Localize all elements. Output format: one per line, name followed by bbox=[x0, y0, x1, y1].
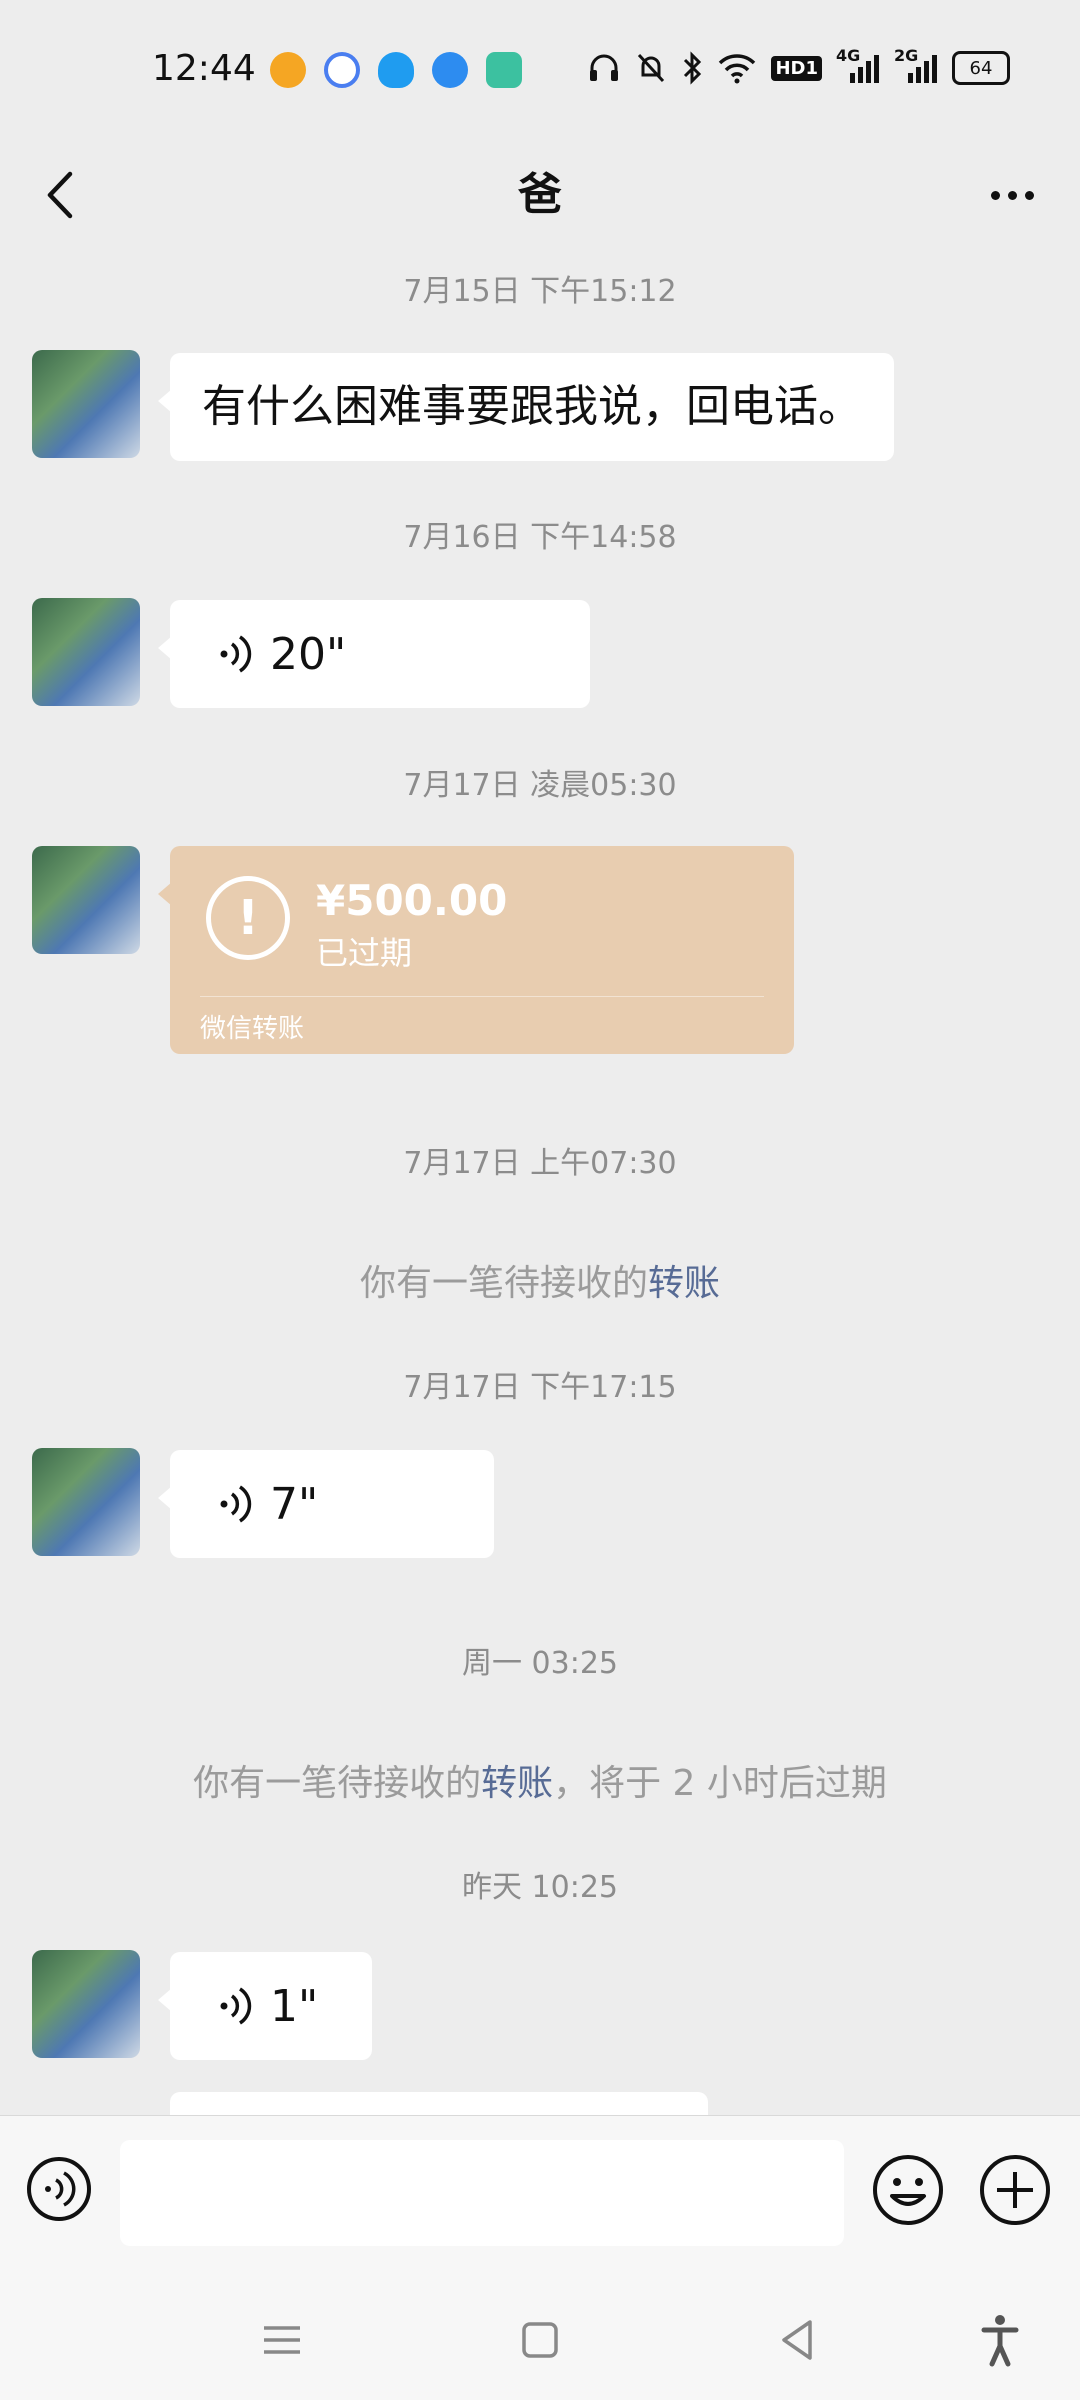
chat-title: 爸 bbox=[518, 169, 562, 220]
weibo-icon bbox=[270, 52, 306, 88]
avatar[interactable] bbox=[32, 846, 140, 954]
nav-home-button[interactable] bbox=[510, 2310, 570, 2370]
transfer-status: 已过期 bbox=[316, 934, 413, 972]
voice-message[interactable]: 1" bbox=[158, 1952, 372, 2060]
status-time: 12:44 bbox=[152, 48, 256, 89]
system-nav-bar bbox=[0, 2270, 1080, 2400]
headphones-icon bbox=[587, 50, 621, 86]
voice-wave-icon bbox=[220, 635, 252, 673]
network-2g-label: 2G bbox=[894, 46, 919, 65]
avatar[interactable] bbox=[32, 1448, 140, 1556]
more-dot-icon bbox=[1024, 190, 1034, 200]
bluetooth-icon bbox=[681, 50, 703, 86]
transfer-link[interactable]: 转账 bbox=[481, 1763, 553, 1804]
voice-duration: 1" bbox=[270, 1980, 319, 2032]
system-notice: 你有一笔待接收的转账，将于 2 小时后过期 bbox=[0, 1754, 1080, 1806]
transfer-label: 微信转账 bbox=[200, 1014, 305, 1044]
status-bar: 12:44 HD1 4G 2G 64 bbox=[0, 0, 1080, 140]
nav-back-button[interactable] bbox=[768, 2310, 828, 2370]
input-bar bbox=[0, 2115, 1080, 2271]
system-notice-text: 你有一笔待接收的 bbox=[359, 1263, 648, 1304]
voice-wave-icon bbox=[220, 1987, 252, 2025]
text-message[interactable]: 有什么困难事要跟我说，回电话。 bbox=[158, 353, 894, 461]
back-triangle-icon bbox=[782, 2320, 812, 2360]
message-list[interactable]: 7月15日 下午15:12 有什么困难事要跟我说，回电话。 7月16日 下午14… bbox=[0, 250, 1080, 2115]
menu-icon bbox=[264, 2326, 300, 2354]
nav-menu-button[interactable] bbox=[252, 2310, 312, 2370]
voice-mode-icon bbox=[27, 2157, 91, 2221]
voice-duration: 7" bbox=[270, 1478, 319, 1530]
voice-duration: 20" bbox=[270, 628, 347, 680]
plus-icon bbox=[980, 2155, 1050, 2225]
status-app-icons bbox=[270, 52, 522, 88]
partial-message[interactable] bbox=[170, 2092, 708, 2115]
timestamp: 周一 03:25 bbox=[462, 1646, 618, 1681]
voice-input-toggle[interactable] bbox=[24, 2154, 94, 2224]
wifi-icon bbox=[717, 50, 757, 86]
signal-4g-icon: 4G bbox=[836, 46, 880, 86]
avatar[interactable] bbox=[32, 350, 140, 458]
status-indicators: HD1 4G 2G 64 bbox=[587, 46, 1010, 86]
emoji-button[interactable] bbox=[870, 2152, 946, 2228]
more-dot-icon bbox=[990, 190, 1000, 200]
chat-header: 爸 bbox=[0, 140, 1080, 250]
accessibility-button[interactable] bbox=[970, 2310, 1030, 2370]
battery-icon: 64 bbox=[952, 51, 1010, 85]
system-notice-text: 你有一笔待接收的 bbox=[193, 1763, 482, 1804]
voice-message[interactable]: 7" bbox=[158, 1450, 494, 1558]
more-options-button[interactable] bbox=[972, 160, 1052, 230]
signal-2g-icon: 2G bbox=[894, 46, 938, 86]
timestamp: 7月15日 下午15:12 bbox=[403, 274, 677, 309]
transfer-card[interactable]: ! ¥500.00 已过期 微信转账 bbox=[158, 846, 794, 1054]
emoji-icon bbox=[873, 2155, 943, 2225]
message-input[interactable] bbox=[120, 2140, 844, 2246]
avatar[interactable] bbox=[32, 598, 140, 706]
transfer-link[interactable]: 转账 bbox=[648, 1263, 720, 1304]
timestamp: 昨天 10:25 bbox=[462, 1870, 618, 1905]
hd-label: HD1 bbox=[771, 55, 822, 81]
accessibility-icon bbox=[981, 2315, 1019, 2367]
divider bbox=[200, 996, 764, 997]
avatar[interactable] bbox=[32, 1950, 140, 2058]
baidu-netdisk-icon bbox=[324, 52, 360, 88]
transfer-amount: ¥500.00 bbox=[316, 876, 508, 925]
timestamp: 7月17日 下午17:15 bbox=[403, 1370, 677, 1405]
qq-icon bbox=[378, 52, 414, 88]
system-notice: 你有一笔待接收的转账 bbox=[0, 1254, 1080, 1306]
timestamp: 7月17日 上午07:30 bbox=[403, 1146, 677, 1181]
voice-wave-icon bbox=[220, 1485, 252, 1523]
timestamp: 7月17日 凌晨05:30 bbox=[403, 768, 677, 803]
more-functions-button[interactable] bbox=[977, 2152, 1053, 2228]
voice-message[interactable]: 20" bbox=[158, 600, 590, 708]
mute-bell-icon bbox=[635, 50, 667, 86]
exclamation-icon: ! bbox=[206, 876, 290, 960]
browser-icon bbox=[432, 52, 468, 88]
system-notice-suffix: ，将于 2 小时后过期 bbox=[553, 1763, 887, 1804]
shield-app-icon bbox=[486, 52, 522, 88]
network-4g-label: 4G bbox=[836, 46, 861, 65]
more-dot-icon bbox=[1007, 190, 1017, 200]
timestamp: 7月16日 下午14:58 bbox=[403, 520, 677, 555]
home-square-icon bbox=[522, 2322, 558, 2358]
